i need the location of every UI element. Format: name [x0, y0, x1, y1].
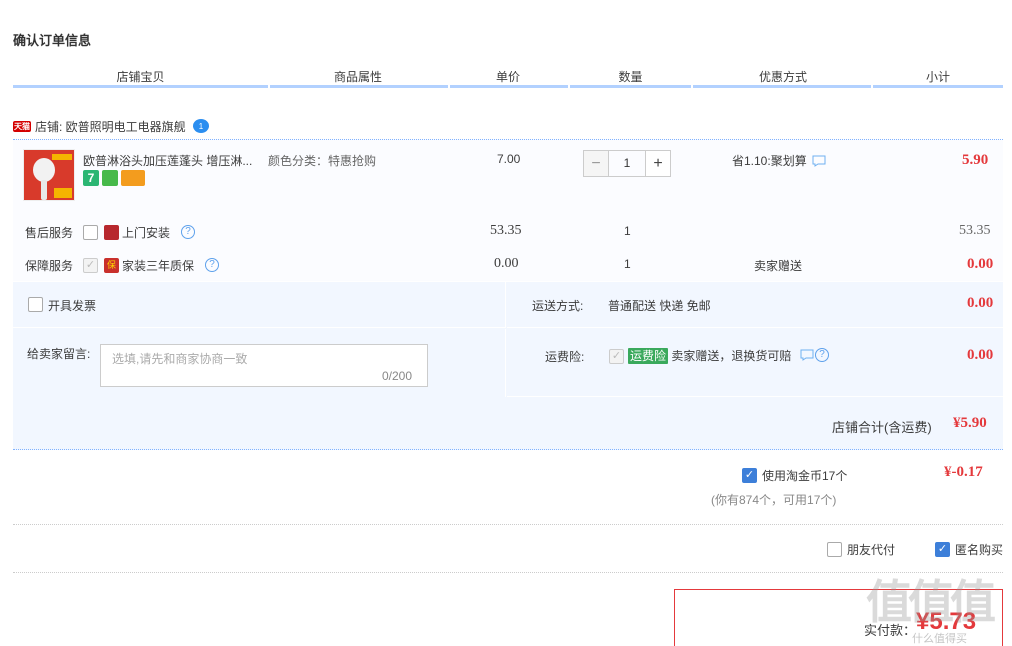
delivery-method[interactable]: 普通配送 快递 免邮	[608, 297, 711, 314]
guarantee-icon[interactable]	[102, 170, 118, 186]
delivery-amount: 0.00	[967, 295, 994, 311]
insurance-tag: 运费险	[628, 348, 669, 364]
coins-label: 使用淘金币17个	[762, 469, 848, 483]
message-placeholder: 选填,请先和商家协商一致	[112, 352, 248, 366]
friend-pay-checkbox[interactable]	[827, 542, 842, 557]
message-counter: 0/200	[382, 369, 413, 383]
friend-pay-option: 朋友代付	[827, 541, 895, 558]
col-price: 单价	[495, 70, 520, 84]
product-title[interactable]: 欧普淋浴头加压莲蓬头 增压淋...	[83, 152, 258, 169]
invoice-label: 开具发票	[48, 299, 97, 313]
col-attributes: 商品属性	[333, 70, 382, 84]
divider	[13, 524, 1003, 525]
after-sales-label: 售后服务	[25, 226, 74, 240]
watermark-logo: 值值值	[866, 576, 996, 628]
anonymous-checkbox[interactable]: ✓	[935, 542, 950, 557]
shop-total-label: 店铺合计(含运费)	[832, 420, 932, 435]
product-thumbnail[interactable]	[23, 149, 75, 201]
col-discount: 优惠方式	[758, 70, 807, 84]
install-price: 53.35	[490, 223, 522, 238]
warranty-price: 0.00	[494, 256, 519, 271]
product-badges: 7	[83, 170, 145, 186]
increase-button[interactable]: +	[645, 150, 671, 177]
install-qty: 1	[624, 224, 631, 238]
product-subtotal: 5.90	[962, 152, 989, 168]
chat-icon[interactable]: 1	[192, 118, 210, 134]
delivery-label: 运送方式:	[532, 299, 584, 313]
col-shop-items: 店铺宝贝	[116, 70, 165, 84]
insurance-checkbox[interactable]	[609, 349, 624, 364]
page-title: 确认订单信息	[13, 33, 92, 48]
col-quantity: 数量	[618, 70, 643, 84]
insurance-amount: 0.00	[967, 347, 994, 363]
warranty-checkbox[interactable]	[83, 258, 98, 273]
insurance-line: 运费险 卖家赠送，退换货可赔	[628, 347, 791, 364]
install-label: 上门安装	[122, 226, 171, 240]
seven-day-return-icon[interactable]: 7	[83, 170, 99, 186]
svg-text:1: 1	[198, 122, 203, 131]
discount-text: 省1.10:聚划算	[732, 154, 807, 168]
install-checkbox[interactable]	[83, 225, 98, 240]
warranty-subtotal: 0.00	[967, 256, 994, 272]
shop-line: 天猫 店铺: 欧普照明电工电器旗舰 1	[13, 117, 210, 135]
comment-icon[interactable]	[800, 349, 814, 361]
help-icon[interactable]: ?	[181, 225, 195, 239]
col-subtotal: 小计	[925, 70, 950, 84]
warranty-discount: 卖家赠送	[754, 259, 803, 273]
guarantee-label: 保障服务	[25, 259, 74, 273]
warranty-qty: 1	[624, 257, 631, 271]
quantity-stepper: − 1 +	[583, 150, 671, 177]
coins-available: (你有874个，可用17个)	[711, 493, 837, 507]
anonymous-option: ✓ 匿名购买	[935, 541, 1003, 558]
comment-icon[interactable]	[812, 155, 826, 167]
coins-checkbox[interactable]: ✓	[742, 468, 757, 483]
warranty-icon: 保	[104, 258, 119, 273]
anonymous-label: 匿名购买	[955, 543, 1004, 557]
install-icon	[104, 225, 119, 240]
shop-total-value: ¥5.90	[953, 415, 987, 431]
divider	[13, 572, 1003, 573]
product-discount: 省1.10:聚划算	[732, 152, 826, 169]
shop-name[interactable]: 店铺: 欧普照明电工电器旗舰	[35, 118, 186, 135]
insurance-label: 运费险:	[545, 350, 585, 364]
shower-head-icon	[24, 150, 74, 200]
decrease-button[interactable]: −	[583, 150, 609, 177]
credit-card-icon[interactable]	[121, 170, 145, 186]
message-label: 给卖家留言:	[27, 347, 91, 361]
insurance-text: 卖家赠送，退换货可赔	[671, 349, 792, 363]
invoice-checkbox[interactable]	[28, 297, 43, 312]
table-header: 店铺宝贝 商品属性 单价 数量 优惠方式 小计	[13, 62, 1003, 88]
help-icon[interactable]: ?	[205, 258, 219, 272]
tmall-icon: 天猫	[13, 120, 31, 132]
friend-pay-label: 朋友代付	[847, 543, 896, 557]
product-price: 7.00	[497, 152, 521, 166]
product-attribute: 颜色分类：特惠抢购	[268, 154, 377, 168]
warranty-label: 家装三年质保	[122, 259, 195, 273]
coins-deduction: ¥-0.17	[944, 464, 983, 480]
coins-option: ✓ 使用淘金币17个	[742, 467, 847, 484]
watermark-site: 什么值得买	[912, 633, 967, 645]
quantity-input[interactable]: 1	[609, 150, 645, 177]
install-subtotal: 53.35	[959, 223, 991, 238]
help-icon[interactable]: ?	[815, 348, 829, 362]
